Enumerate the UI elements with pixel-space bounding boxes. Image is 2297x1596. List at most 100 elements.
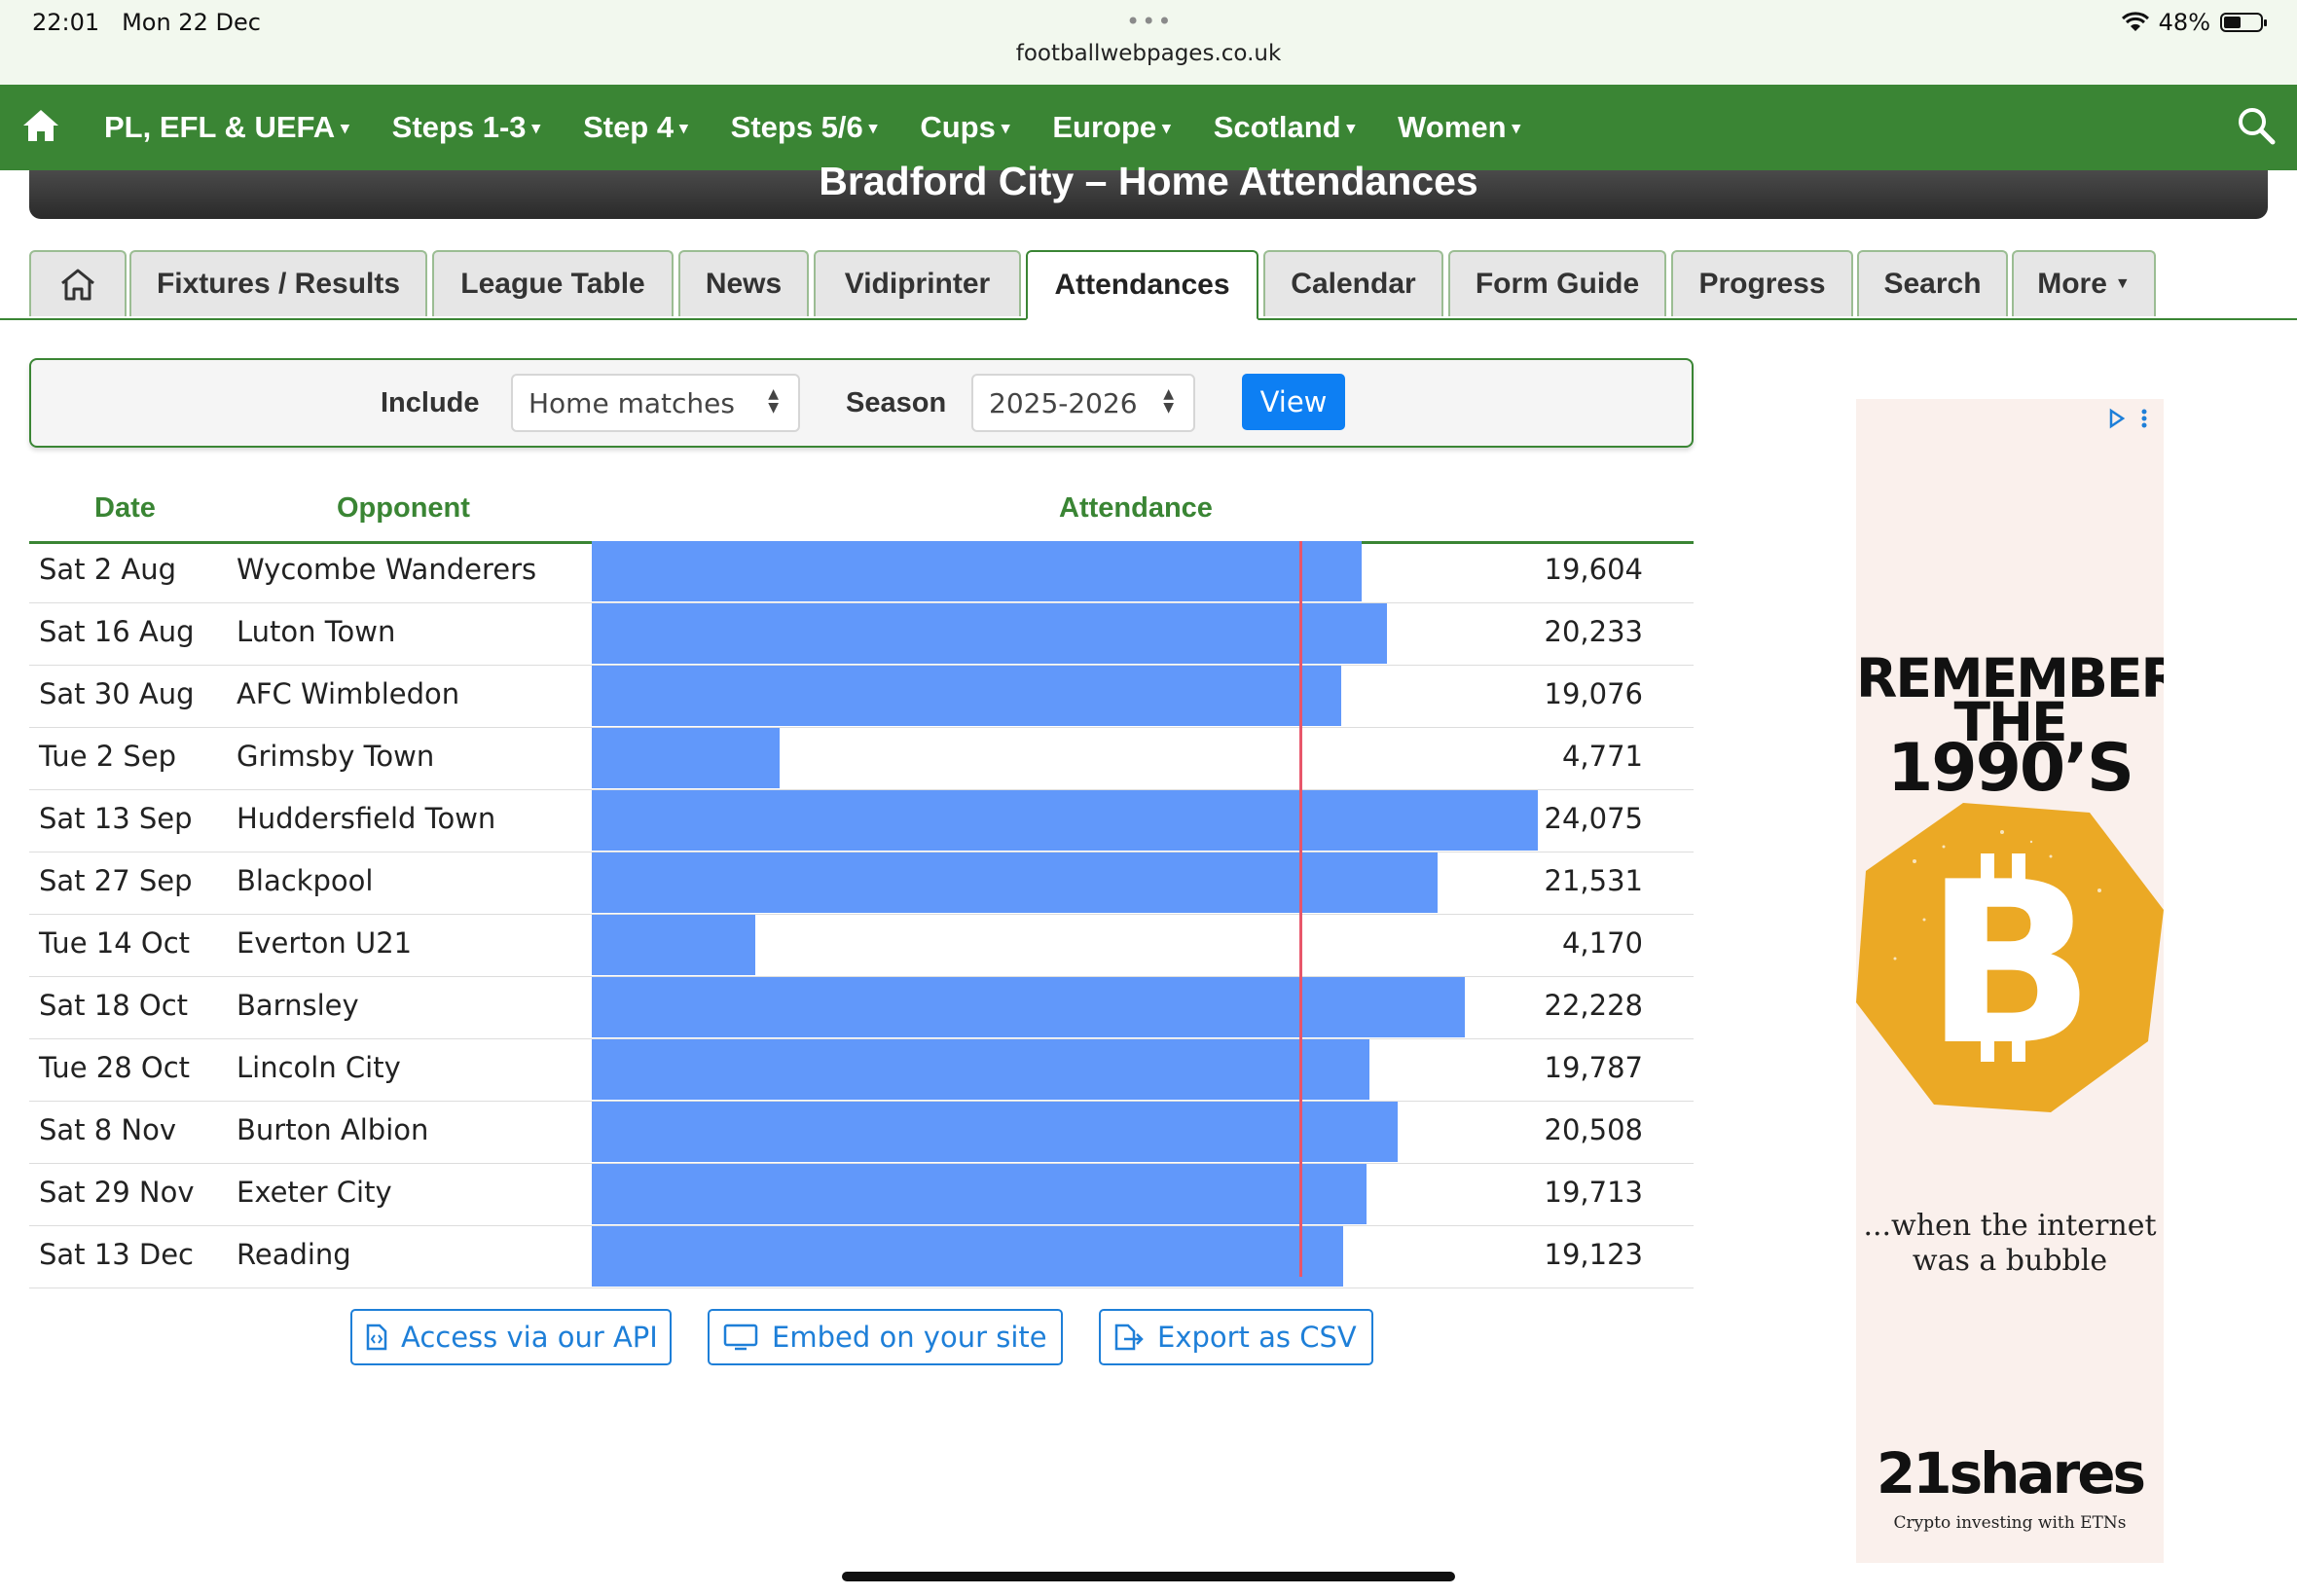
table-row[interactable]: Tue 28 Oct Lincoln City 19,787 [29, 1039, 1694, 1102]
api-button[interactable]: Access via our API [350, 1309, 672, 1365]
match-date: Sat 8 Nov [39, 1113, 177, 1146]
tab-more[interactable]: More ▼ [2012, 250, 2156, 316]
attendance-value: 24,075 [1544, 802, 1643, 835]
header-date: Date [94, 492, 156, 524]
season-select[interactable]: 2025-2026 ▲ ▼ [971, 374, 1195, 432]
title-banner: Bradford City – Home Attendances [29, 159, 2268, 219]
attendance-bar [592, 603, 1387, 664]
nav-item-steps-1-3[interactable]: Steps 1-3 ▾ [392, 110, 540, 145]
nav-item-cups[interactable]: Cups ▾ [920, 110, 1009, 145]
home-icon[interactable] [21, 106, 60, 145]
opponent-name[interactable]: Everton U21 [237, 926, 412, 960]
file-code-icon [366, 1324, 387, 1351]
attendance-bar [592, 977, 1466, 1037]
opponent-name[interactable]: Huddersfield Town [237, 802, 495, 835]
tab-search[interactable]: Search [1857, 250, 2008, 316]
tab-fixtures-results[interactable]: Fixtures / Results [129, 250, 427, 316]
match-date: Sat 2 Aug [39, 553, 177, 586]
nav-item-steps-5-6[interactable]: Steps 5/6 ▾ [731, 110, 878, 145]
updown-icon: ▲ ▼ [768, 386, 779, 416]
adchoices-icon[interactable] [2107, 407, 2150, 430]
nav-item-label: Steps 5/6 [730, 110, 863, 144]
club-tabs: Fixtures / Results League Table News Vid… [0, 248, 2297, 320]
home-indicator[interactable] [842, 1572, 1455, 1581]
chevron-down-icon: ▾ [1162, 119, 1171, 137]
status-indicators: 48% [2121, 9, 2267, 36]
match-date: Sat 16 Aug [39, 615, 195, 648]
table-row[interactable]: Sat 27 Sep Blackpool 21,531 [29, 852, 1694, 915]
match-date: Tue 2 Sep [39, 740, 177, 773]
search-icon[interactable] [2237, 106, 2276, 145]
attendance-table: Sat 2 Aug Wycombe Wanderers 19,604 Sat 16 A… [29, 541, 1694, 1288]
tab-vidiprinter[interactable]: Vidiprinter [814, 250, 1021, 316]
opponent-name[interactable]: Burton Albion [237, 1113, 428, 1146]
tab-home[interactable] [29, 250, 127, 316]
nav-item-pl-efl-uefa[interactable]: PL, EFL & UEFA ▾ [104, 110, 349, 145]
opponent-name[interactable]: Blackpool [237, 864, 373, 897]
chevron-down-icon: ▾ [1512, 119, 1521, 137]
bitcoin-coin-icon: B [1856, 803, 2164, 1112]
nav-item-label: Europe [1052, 110, 1157, 144]
nav-item-women[interactable]: Women ▾ [1398, 110, 1520, 145]
opponent-name[interactable]: Luton Town [237, 615, 395, 648]
table-row[interactable]: Sat 13 Dec Reading 19,123 [29, 1226, 1694, 1288]
tab-news[interactable]: News [678, 250, 809, 316]
chevron-down-icon: ▾ [1001, 119, 1010, 137]
tab-calendar[interactable]: Calendar [1263, 250, 1443, 316]
match-date: Sat 29 Nov [39, 1176, 195, 1209]
match-date: Sat 18 Oct [39, 989, 189, 1022]
ad-headline-3: 1990’S [1886, 730, 2134, 807]
tab-attendances[interactable]: Attendances [1026, 250, 1258, 320]
header-opponent: Opponent [337, 492, 470, 524]
chevron-down-icon: ▾ [531, 119, 541, 137]
attendance-value: 21,531 [1544, 864, 1643, 897]
nav-item-scotland[interactable]: Scotland ▾ [1214, 110, 1355, 145]
table-row[interactable]: Sat 2 Aug Wycombe Wanderers 19,604 [29, 541, 1694, 603]
export-csv-button[interactable]: Export as CSV [1099, 1309, 1373, 1365]
table-header: Date Opponent Attendance [29, 487, 1694, 544]
tab-form-guide[interactable]: Form Guide [1448, 250, 1666, 316]
nav-item-label: Cups [920, 110, 996, 144]
table-row[interactable]: Sat 18 Oct Barnsley 22,228 [29, 977, 1694, 1039]
opponent-name[interactable]: AFC Wimbledon [237, 677, 459, 710]
match-date: Sat 13 Sep [39, 802, 193, 835]
nav-item-label: PL, EFL & UEFA [104, 110, 336, 144]
opponent-name[interactable]: Barnsley [237, 989, 359, 1022]
table-row[interactable]: Sat 8 Nov Burton Albion 20,508 [29, 1102, 1694, 1164]
include-select[interactable]: Home matches ▲ ▼ [511, 374, 800, 432]
table-row[interactable]: Tue 14 Oct Everton U21 4,170 [29, 915, 1694, 977]
nav-item-label: Step 4 [583, 110, 675, 144]
attendance-value: 19,604 [1544, 553, 1643, 586]
updown-icon: ▲ ▼ [1163, 386, 1174, 416]
nav-item-label: Steps 1-3 [391, 110, 527, 144]
season-label: Season [846, 387, 947, 418]
tab-progress[interactable]: Progress [1671, 250, 1853, 316]
table-row[interactable]: Sat 13 Sep Huddersfield Town 24,075 [29, 790, 1694, 852]
match-date: Sat 27 Sep [39, 864, 193, 897]
attendance-value: 19,787 [1544, 1051, 1643, 1084]
attendance-bar [592, 666, 1342, 726]
ad-tagline: ...when the internet was a bubble [1863, 1209, 2157, 1278]
attendance-value: 19,076 [1544, 677, 1643, 710]
table-row[interactable]: Sat 29 Nov Exeter City 19,713 [29, 1164, 1694, 1226]
chevron-down-icon: ▾ [1346, 119, 1356, 137]
address-bar[interactable]: footballwebpages.co.uk [0, 41, 2297, 66]
opponent-name[interactable]: Grimsby Town [237, 740, 434, 773]
nav-item-europe[interactable]: Europe ▾ [1052, 110, 1170, 145]
table-row[interactable]: Sat 16 Aug Luton Town 20,233 [29, 603, 1694, 666]
opponent-name[interactable]: Lincoln City [237, 1051, 401, 1084]
opponent-name[interactable]: Wycombe Wanderers [237, 553, 536, 586]
multitask-dots[interactable]: ••• [1126, 8, 1173, 35]
advertisement[interactable]: REMEMBER THE 1990’S B ...when the intern… [1856, 399, 2164, 1563]
opponent-name[interactable]: Reading [237, 1238, 351, 1271]
table-row[interactable]: Tue 2 Sep Grimsby Town 4,771 [29, 728, 1694, 790]
attendance-bar [592, 790, 1538, 851]
battery-percent: 48% [2158, 9, 2210, 36]
embed-button[interactable]: Embed on your site [708, 1309, 1063, 1365]
nav-item-step-4[interactable]: Step 4 ▾ [583, 110, 688, 145]
tab-league-table[interactable]: League Table [432, 250, 674, 316]
opponent-name[interactable]: Exeter City [237, 1176, 392, 1209]
table-row[interactable]: Sat 30 Aug AFC Wimbledon 19,076 [29, 666, 1694, 728]
view-button[interactable]: View [1242, 374, 1345, 430]
attendance-bar [592, 1039, 1369, 1100]
